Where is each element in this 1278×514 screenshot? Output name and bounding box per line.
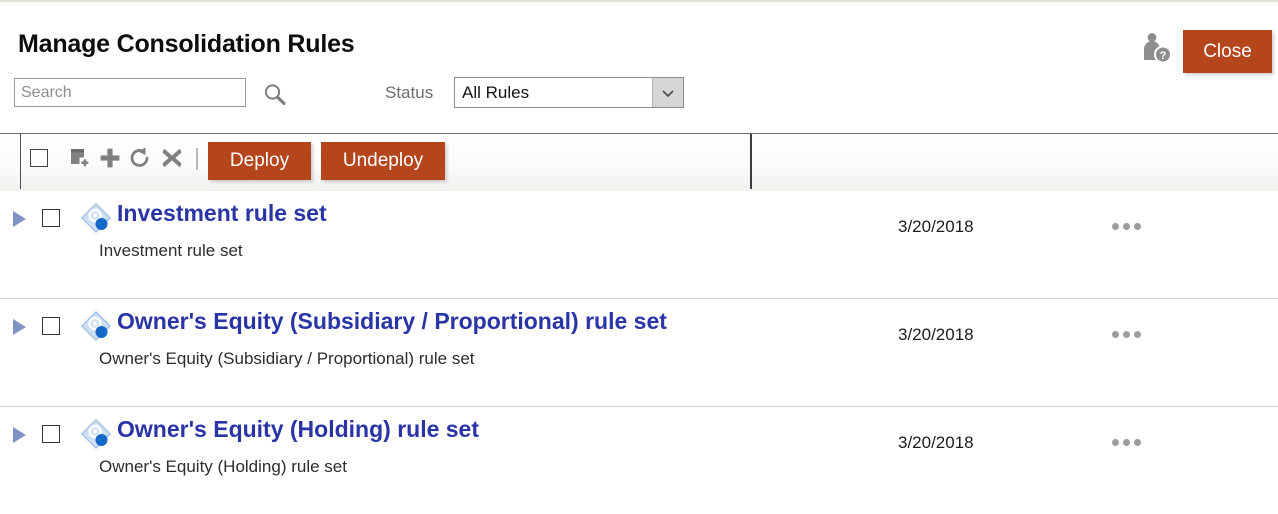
- menu-dot: [1123, 330, 1130, 338]
- search-icon[interactable]: [262, 82, 288, 108]
- plus-icon[interactable]: [98, 146, 122, 170]
- page-title: Manage Consolidation Rules: [18, 30, 355, 58]
- chevron-down-icon[interactable]: [652, 78, 683, 107]
- status-filter-select[interactable]: All Rules: [454, 77, 684, 108]
- table-row[interactable]: Investment rule set Investment rule set …: [0, 191, 1278, 299]
- expand-triangle-icon[interactable]: [10, 317, 28, 337]
- status-filter-label: Status: [385, 83, 434, 102]
- menu-dot: [1134, 438, 1141, 446]
- rule-title-link[interactable]: Owner's Equity (Subsidiary / Proportiona…: [117, 308, 667, 335]
- rule-date: 3/20/2018: [898, 433, 974, 452]
- refresh-icon[interactable]: [128, 146, 152, 170]
- rule-set-icon: [79, 417, 113, 451]
- expand-triangle-icon[interactable]: [10, 425, 28, 445]
- user-help-icon[interactable]: ?: [1139, 30, 1173, 64]
- close-button[interactable]: Close: [1183, 30, 1272, 73]
- page-header: Manage Consolidation Rules Status All Ru…: [0, 2, 1278, 133]
- more-options-icon[interactable]: [1112, 215, 1146, 237]
- rules-list: Investment rule set Investment rule set …: [0, 191, 1278, 514]
- rule-description: Owner's Equity (Holding) rule set: [99, 457, 347, 476]
- more-options-icon[interactable]: [1112, 323, 1146, 345]
- menu-dot: [1112, 330, 1119, 338]
- menu-dot: [1134, 330, 1141, 338]
- rule-title-link[interactable]: Investment rule set: [117, 200, 327, 227]
- row-checkbox[interactable]: [42, 425, 60, 443]
- table-row[interactable]: Owner's Equity (Subsidiary / Proportiona…: [0, 299, 1278, 407]
- search-field-wrapper: [14, 78, 246, 107]
- action-toolbar: [0, 133, 1278, 191]
- row-checkbox[interactable]: [42, 317, 60, 335]
- row-checkbox[interactable]: [42, 209, 60, 227]
- menu-dot: [1112, 222, 1119, 230]
- rule-title-link[interactable]: Owner's Equity (Holding) rule set: [117, 416, 479, 443]
- table-row[interactable]: Owner's Equity (Holding) rule set Owner'…: [0, 407, 1278, 514]
- status-filter-value: All Rules: [462, 82, 530, 102]
- copy-add-icon[interactable]: [68, 146, 92, 170]
- toolbar-column-divider: [750, 134, 752, 189]
- rule-date: 3/20/2018: [898, 325, 974, 344]
- menu-dot: [1112, 438, 1119, 446]
- toolbar-left-divider: [20, 134, 21, 189]
- delete-x-icon[interactable]: [160, 146, 184, 170]
- menu-dot: [1123, 438, 1130, 446]
- rule-description: Owner's Equity (Subsidiary / Proportiona…: [99, 349, 475, 368]
- rule-set-icon: [79, 201, 113, 235]
- deploy-button[interactable]: Deploy: [208, 142, 311, 180]
- rule-set-icon: [79, 309, 113, 343]
- more-options-icon[interactable]: [1112, 431, 1146, 453]
- menu-dot: [1134, 222, 1141, 230]
- expand-triangle-icon[interactable]: [10, 209, 28, 229]
- svg-text:?: ?: [1160, 50, 1167, 62]
- menu-dot: [1123, 222, 1130, 230]
- select-all-checkbox[interactable]: [30, 149, 48, 167]
- rule-description: Investment rule set: [99, 241, 243, 260]
- rule-date: 3/20/2018: [898, 217, 974, 236]
- search-input[interactable]: [14, 78, 246, 107]
- undeploy-button[interactable]: Undeploy: [321, 142, 445, 180]
- toolbar-icon-separator: [196, 148, 198, 170]
